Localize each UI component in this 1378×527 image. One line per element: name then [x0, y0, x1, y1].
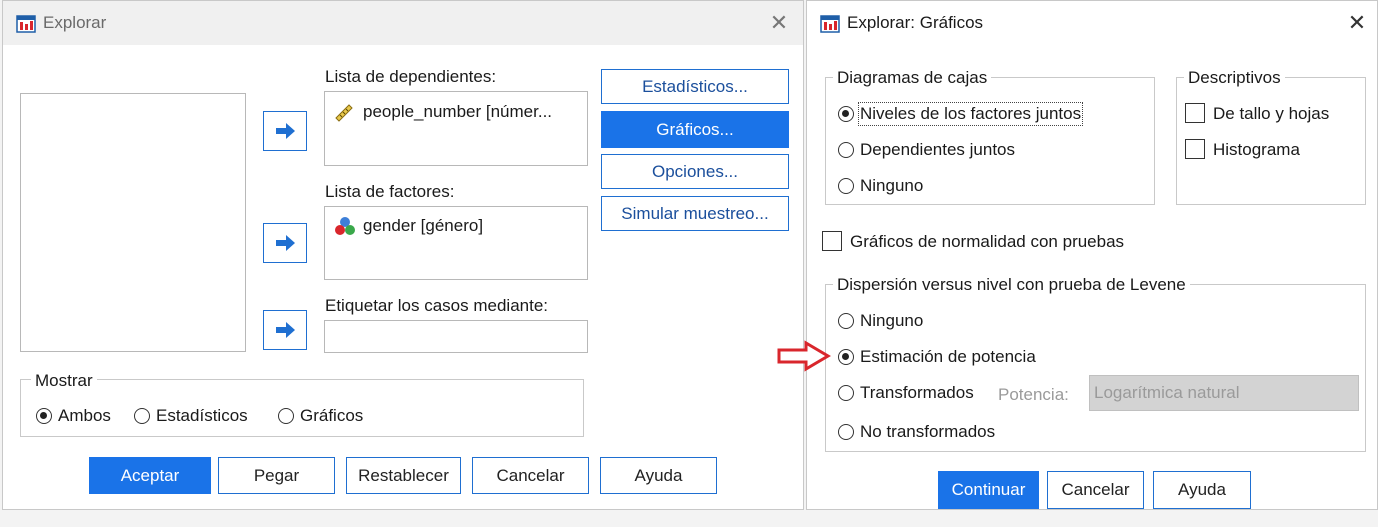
power-select[interactable]: Logarítmica natural	[1089, 375, 1359, 411]
boxplots-dependents-together-radio[interactable]	[838, 142, 854, 158]
ok-button[interactable]: Aceptar	[89, 457, 211, 494]
boxplots-dependents-together-label[interactable]: Dependientes juntos	[860, 140, 1015, 160]
histogram-checkbox[interactable]	[1185, 139, 1205, 159]
simulate-button[interactable]: Simular muestreo...	[601, 196, 789, 231]
boxplots-none-label[interactable]: Ninguno	[860, 176, 923, 196]
spread-none-radio[interactable]	[838, 313, 854, 329]
dependents-label: Lista de dependientes:	[325, 67, 497, 86]
statistics-button[interactable]: Estadísticos...	[601, 69, 789, 104]
plots-cancel-button[interactable]: Cancelar	[1047, 471, 1144, 509]
explore-dialog: Explorar ✕ Lista de dependientes: people…	[2, 0, 804, 510]
display-stats-label[interactable]: Estadísticos	[156, 406, 248, 426]
display-plots-radio[interactable]	[278, 408, 294, 424]
app-icon	[16, 15, 36, 33]
display-both-label[interactable]: Ambos	[58, 406, 111, 426]
reset-button[interactable]: Restablecer	[346, 457, 461, 494]
app-icon	[820, 15, 840, 33]
annotation-arrow-icon	[777, 340, 831, 372]
move-to-label-button[interactable]	[263, 310, 307, 350]
close-icon[interactable]: ✕	[765, 9, 793, 37]
factors-label: Lista de factores:	[325, 182, 455, 201]
help-button[interactable]: Ayuda	[600, 457, 717, 494]
spread-untransformed-radio[interactable]	[838, 424, 854, 440]
arrow-right-icon	[276, 322, 295, 338]
nominal-icon	[335, 217, 355, 235]
options-button[interactable]: Opciones...	[601, 154, 789, 189]
plots-title: Explorar: Gráficos	[847, 13, 984, 32]
label-cases-field[interactable]	[324, 320, 588, 353]
boxplots-factors-together-radio[interactable]	[838, 106, 854, 122]
factors-list[interactable]: gender [género]	[324, 206, 588, 280]
continue-button[interactable]: Continuar	[938, 471, 1039, 509]
normality-plots-label[interactable]: Gráficos de normalidad con pruebas	[850, 232, 1124, 252]
display-plots-label[interactable]: Gráficos	[300, 406, 363, 426]
move-to-dependents-button[interactable]	[263, 111, 307, 151]
plots-titlebar: Explorar: Gráficos ✕	[807, 1, 1377, 45]
normality-plots-checkbox[interactable]	[822, 231, 842, 251]
close-icon[interactable]: ✕	[1343, 9, 1371, 37]
paste-button[interactable]: Pegar	[218, 457, 335, 494]
explore-titlebar: Explorar ✕	[3, 1, 803, 45]
spread-transformed-radio[interactable]	[838, 385, 854, 401]
boxplots-factors-together-label[interactable]: Niveles de los factores juntos	[857, 102, 1084, 126]
plots-button[interactable]: Gráficos...	[601, 111, 789, 148]
source-variable-list[interactable]	[20, 93, 246, 352]
label-cases-label: Etiquetar los casos mediante:	[325, 296, 549, 315]
display-both-radio[interactable]	[36, 408, 52, 424]
spread-untransformed-label[interactable]: No transformados	[860, 422, 995, 442]
stem-leaf-label[interactable]: De tallo y hojas	[1213, 104, 1329, 124]
descriptives-group-label: Descriptivos	[1184, 68, 1285, 88]
explore-title: Explorar	[43, 13, 107, 32]
histogram-label[interactable]: Histograma	[1213, 140, 1300, 160]
boxplots-group-label: Diagramas de cajas	[833, 68, 992, 88]
dependent-item[interactable]: people_number [númer...	[363, 102, 552, 122]
dependents-list[interactable]: people_number [númer...	[324, 91, 588, 166]
display-group-label: Mostrar	[31, 371, 97, 391]
spread-transformed-label[interactable]: Transformados	[860, 383, 974, 403]
boxplots-none-radio[interactable]	[838, 178, 854, 194]
spread-none-label[interactable]: Ninguno	[860, 311, 923, 331]
plots-help-button[interactable]: Ayuda	[1153, 471, 1251, 509]
ruler-icon	[335, 104, 353, 122]
stem-leaf-checkbox[interactable]	[1185, 103, 1205, 123]
display-stats-radio[interactable]	[134, 408, 150, 424]
factor-item[interactable]: gender [género]	[363, 216, 483, 236]
power-label: Potencia:	[998, 385, 1069, 404]
arrow-right-icon	[276, 123, 295, 139]
plots-dialog: Explorar: Gráficos ✕ Diagramas de cajas …	[806, 0, 1378, 510]
move-to-factors-button[interactable]	[263, 223, 307, 263]
spread-power-estimation-label[interactable]: Estimación de potencia	[860, 347, 1036, 367]
arrow-right-icon	[276, 235, 295, 251]
spread-level-group-label: Dispersión versus nivel con prueba de Le…	[833, 275, 1190, 295]
cancel-button[interactable]: Cancelar	[472, 457, 589, 494]
spread-power-estimation-radio[interactable]	[838, 349, 854, 365]
